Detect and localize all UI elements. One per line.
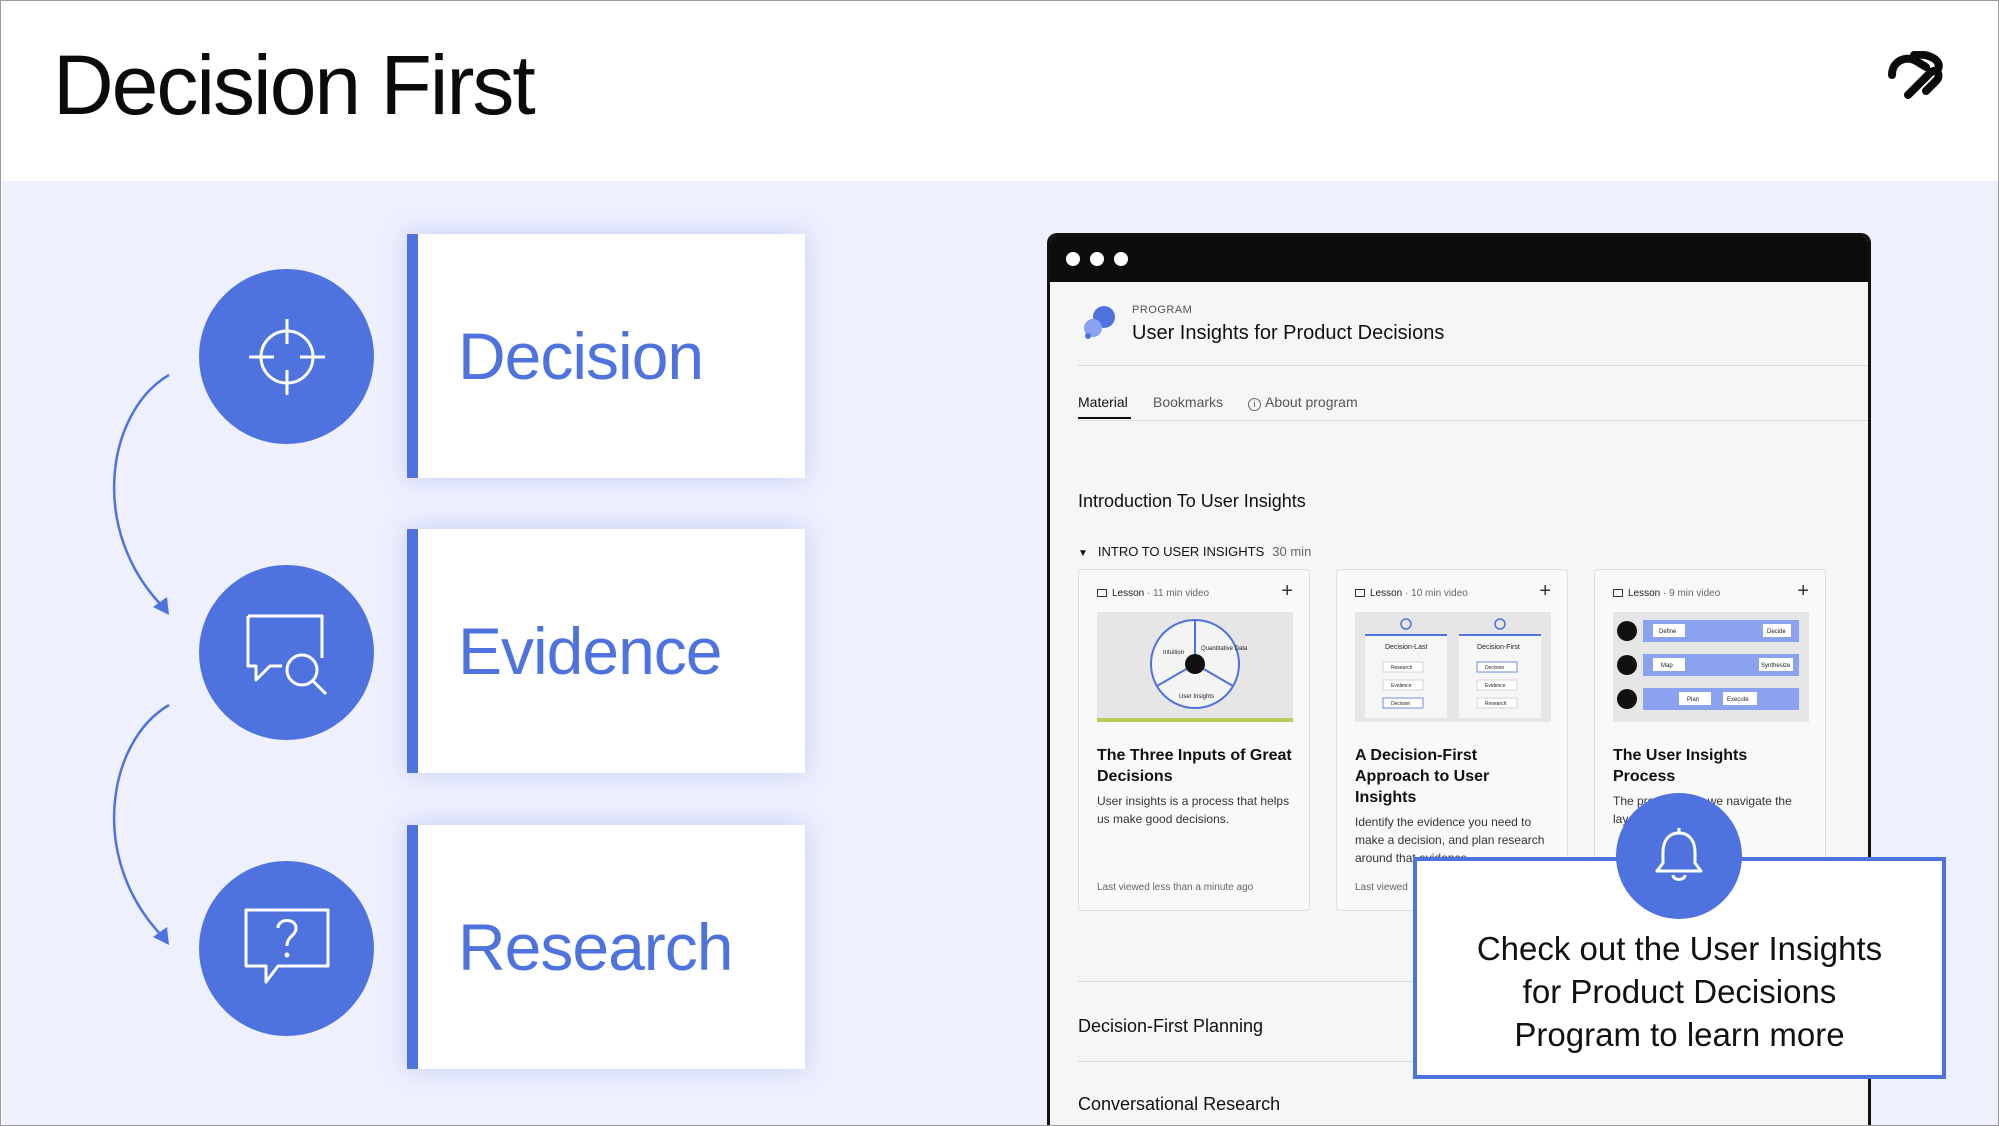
lesson-last-viewed: Last viewed <box>1355 882 1408 893</box>
step-label: Evidence <box>458 614 723 688</box>
add-plus-icon[interactable]: + <box>1797 580 1809 603</box>
step-label: Research <box>458 910 733 984</box>
lesson-card[interactable]: Lesson · 11 min video + Intuition Quanti… <box>1078 569 1310 911</box>
svg-text:Plan: Plan <box>1687 697 1699 703</box>
tab-about-program[interactable]: i About program <box>1248 394 1358 411</box>
program-title: User Insights for Product Decisions <box>1132 322 1445 344</box>
step-card-evidence: Evidence <box>407 529 805 773</box>
svg-text:Map: Map <box>1661 663 1673 669</box>
book-icon <box>1097 589 1107 597</box>
add-plus-icon[interactable]: + <box>1281 580 1293 603</box>
window-dot-icon <box>1114 252 1128 266</box>
thumb-label: Intuition <box>1163 650 1184 656</box>
thumb-label: Quantitative Data <box>1201 646 1248 652</box>
tab-material[interactable]: Material <box>1078 394 1128 410</box>
callout-text: Check out the User Insights for Product … <box>1476 930 1883 1053</box>
lesson-meta: Lesson · 10 min video <box>1355 588 1468 599</box>
svg-text:Decide: Decide <box>1767 629 1786 635</box>
subsection-duration: 30 min <box>1272 544 1312 559</box>
svg-text:Research: Research <box>1391 665 1413 671</box>
svg-text:Decision-First: Decision-First <box>1477 644 1520 651</box>
active-tab-indicator <box>1078 417 1131 419</box>
svg-text:Synthesize: Synthesize <box>1761 663 1791 669</box>
lesson-thumbnail: Intuition Quantitative Data User Insight… <box>1097 612 1293 722</box>
svg-text:Decision: Decision <box>1391 701 1410 707</box>
subsection-label: INTRO TO USER INSIGHTS <box>1097 544 1265 559</box>
lesson-meta: Lesson · 9 min video <box>1613 588 1720 599</box>
bell-icon <box>1616 793 1742 919</box>
tab-label: About program <box>1265 394 1358 410</box>
lesson-title: The Three Inputs of Great Decisions <box>1097 747 1292 785</box>
step-label: Decision <box>458 319 704 393</box>
program-kicker: PROGRAM <box>1132 304 1193 316</box>
svg-text:Decision: Decision <box>1485 665 1504 671</box>
slide: Decision First Decision Evidence Researc… <box>0 0 1999 1126</box>
lesson-title: A Decision-First Approach to User Insigh… <box>1355 747 1490 806</box>
lesson-meta: Lesson · 11 min video <box>1097 588 1209 599</box>
thumb-label: User Insights <box>1179 694 1214 700</box>
program-header: PROGRAM User Insights for Product Decisi… <box>1050 282 1868 362</box>
lesson-title: The User Insights Process <box>1613 747 1748 785</box>
window-dot-icon <box>1066 252 1080 266</box>
divider <box>1078 420 1868 421</box>
subsection-header[interactable]: ▼ INTRO TO USER INSIGHTS 30 min <box>1078 544 1311 559</box>
slide-title: Decision First <box>53 38 536 132</box>
flow-arrow-2 <box>112 703 170 945</box>
question-chat-icon <box>199 861 374 1036</box>
window-dot-icon <box>1090 252 1104 266</box>
lesson-last-viewed: Last viewed less than a minute ago <box>1097 882 1254 893</box>
lesson-thumbnail: Decision-Last Research Evidence Decision… <box>1355 612 1551 722</box>
svg-text:Evidence: Evidence <box>1485 683 1506 689</box>
divider <box>1078 365 1868 366</box>
step-card-research: Research <box>407 825 805 1069</box>
chat-search-icon <box>199 565 374 740</box>
module-row-decision-first-planning[interactable]: Decision-First Planning <box>1078 1016 1263 1037</box>
svg-text:Execute: Execute <box>1727 697 1749 703</box>
step-card-decision: Decision <box>407 234 805 478</box>
add-plus-icon[interactable]: + <box>1539 580 1551 603</box>
svg-text:Research: Research <box>1485 701 1507 707</box>
svg-text:Decision-Last: Decision-Last <box>1385 644 1427 651</box>
book-icon <box>1355 589 1365 597</box>
module-row-conversational-research[interactable]: Conversational Research <box>1078 1094 1280 1115</box>
lesson-thumbnail: Define Decide Map Synthesize Plan Execut… <box>1613 612 1809 722</box>
svg-text:Define: Define <box>1659 629 1677 635</box>
tab-bookmarks[interactable]: Bookmarks <box>1153 394 1223 410</box>
flow-arrow-1 <box>112 373 170 615</box>
book-icon <box>1613 589 1623 597</box>
crosshair-icon <box>199 269 374 444</box>
svg-text:Evidence: Evidence <box>1391 683 1412 689</box>
lesson-description: User insights is a process that helps us… <box>1097 794 1290 826</box>
browser-titlebar <box>1050 236 1868 282</box>
section-title[interactable]: Introduction To User Insights <box>1078 491 1306 512</box>
info-icon: i <box>1248 398 1261 411</box>
speech-bubbles-icon <box>1084 306 1115 339</box>
brand-logo-icon <box>1888 51 1943 99</box>
caret-down-icon: ▼ <box>1078 548 1088 559</box>
